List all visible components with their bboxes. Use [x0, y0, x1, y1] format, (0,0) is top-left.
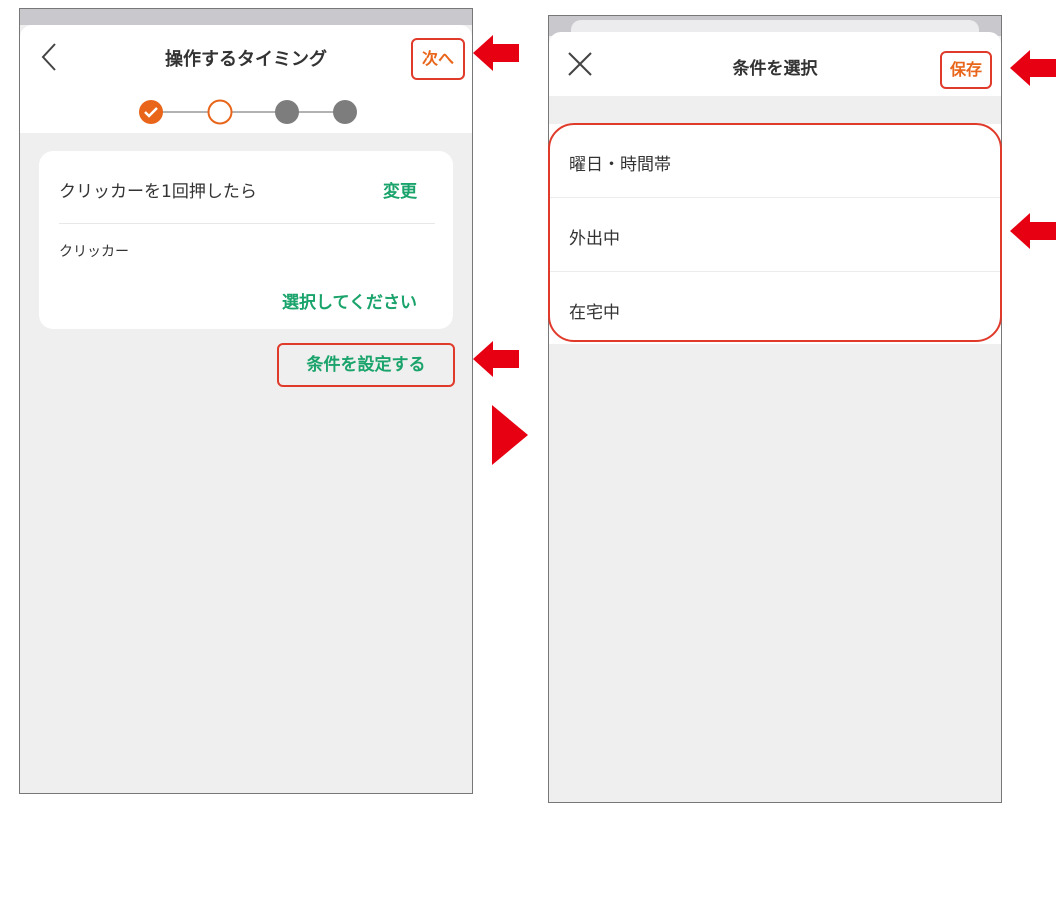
trigger-text: クリッカーを1回押したら — [59, 182, 257, 202]
page-title: 操作するタイミング — [165, 49, 327, 70]
set-condition-button[interactable]: 条件を設定する — [277, 343, 455, 387]
step-2-current — [207, 99, 233, 125]
divider — [59, 223, 435, 224]
device-label: クリッカー — [59, 244, 129, 260]
page-title: 条件を選択 — [732, 59, 818, 79]
progress-stepper — [139, 99, 357, 125]
red-arrow-left-icon — [473, 35, 519, 71]
red-play-arrow-icon — [492, 405, 528, 465]
red-arrow-left-icon — [1010, 50, 1056, 86]
header-sheet: 操作するタイミング 次へ — [20, 25, 472, 133]
next-button[interactable]: 次へ — [411, 38, 465, 80]
step-4-pending — [333, 100, 357, 124]
step-1-completed — [139, 100, 163, 124]
step-3-pending — [275, 100, 299, 124]
list-highlight-box — [548, 123, 1002, 342]
trigger-card: クリッカーを1回押したら 変更 クリッカー 選択してください — [39, 151, 453, 329]
red-arrow-left-icon — [473, 341, 519, 377]
save-button[interactable]: 保存 — [940, 51, 992, 89]
select-device-link[interactable]: 選択してください — [282, 288, 417, 313]
red-arrow-left-icon — [1010, 213, 1056, 249]
phone-screen-timing: 操作するタイミング 次へ クリッカーを1回押したら 変更 クリッカー 選択してく… — [19, 8, 473, 794]
change-link[interactable]: 変更 — [383, 177, 417, 202]
modal-backdrop — [20, 9, 472, 25]
